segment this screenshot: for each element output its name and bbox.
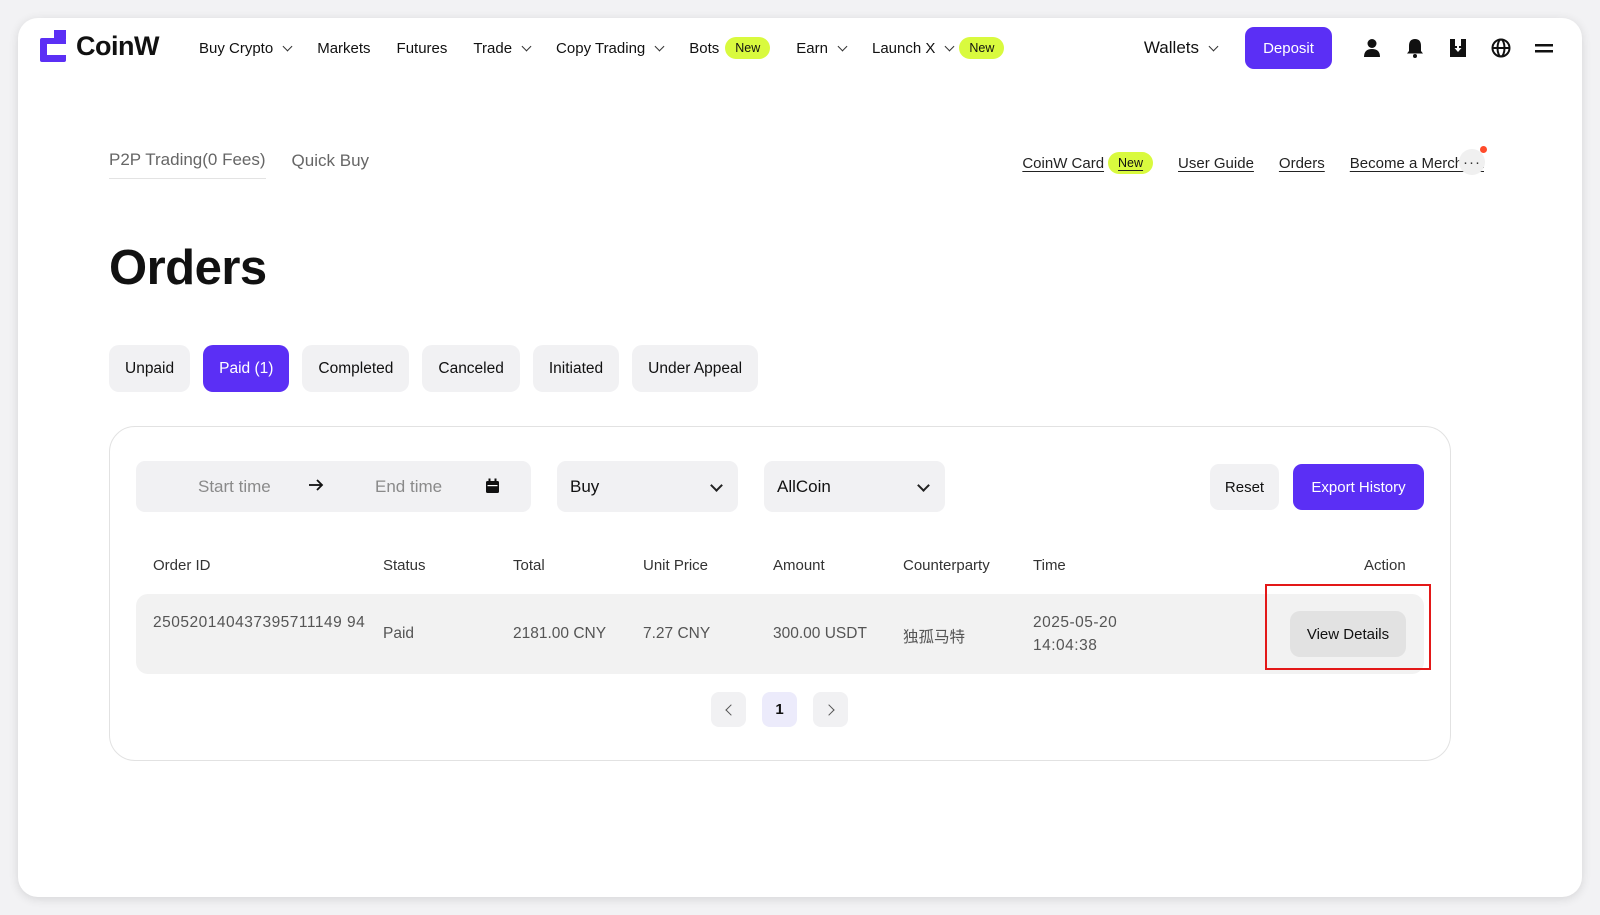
col-amount: Amount — [773, 557, 825, 574]
main-nav: Buy Crypto Markets Futures Trade Copy Tr… — [199, 18, 1030, 78]
tab-unpaid[interactable]: Unpaid — [109, 345, 191, 392]
orders-panel: Start time End time Buy AllCoin Reset Ex… — [109, 426, 1451, 761]
chevron-down-icon — [837, 41, 848, 51]
chevron-down-icon — [944, 41, 955, 51]
wallets-label: Wallets — [1143, 38, 1199, 57]
p2p-subtabs: P2P Trading(0 Fees) Quick Buy — [109, 150, 395, 179]
chevron-down-icon — [521, 41, 532, 51]
order-total: 2181.00 CNY — [513, 625, 607, 642]
nav-label: Copy Trading — [556, 39, 646, 57]
nav-label: Trade — [473, 39, 513, 57]
wallets-menu[interactable]: Wallets — [1143, 38, 1219, 58]
page-title: Orders — [109, 241, 267, 295]
menu-icon[interactable] — [1534, 38, 1554, 58]
start-time-input[interactable]: Start time — [198, 477, 271, 497]
coinw-logo-icon — [40, 30, 68, 62]
link-label: CoinW Card — [1022, 154, 1105, 172]
chevron-down-icon — [917, 479, 930, 492]
table-row: 250520140437395711149 94 Paid 2181.00 CN… — [136, 594, 1424, 674]
download-icon[interactable] — [1448, 38, 1468, 58]
chevron-left-icon — [724, 703, 737, 716]
tab-initiated[interactable]: Initiated — [532, 345, 620, 392]
tab-quick-buy[interactable]: Quick Buy — [292, 151, 369, 179]
nav-label: Buy Crypto — [199, 39, 274, 57]
calendar-icon[interactable] — [485, 478, 500, 499]
chevron-down-icon — [1208, 41, 1219, 51]
link-coinw-card[interactable]: CoinW Card New — [1022, 152, 1154, 174]
order-status: Paid — [383, 625, 415, 642]
reset-button[interactable]: Reset — [1210, 464, 1279, 510]
chevron-down-icon — [710, 479, 723, 492]
coinw-logo[interactable]: CoinW — [40, 30, 159, 62]
nav-label: Futures — [396, 39, 448, 57]
pagination: 1 — [711, 692, 864, 727]
more-options-button[interactable]: ··· — [1459, 146, 1487, 175]
nav-trade[interactable]: Trade — [473, 39, 532, 57]
order-clock: 14:04:38 — [1033, 637, 1098, 654]
prev-page-button[interactable] — [711, 692, 746, 727]
new-badge: New — [959, 37, 1005, 59]
header-actions: Wallets Deposit — [1144, 18, 1554, 78]
tab-paid[interactable]: Paid (1) — [203, 345, 290, 392]
page-number[interactable]: 1 — [762, 692, 797, 727]
nav-launch-x[interactable]: Launch X New — [871, 37, 1005, 59]
chevron-down-icon — [654, 41, 665, 51]
nav-earn[interactable]: Earn — [796, 39, 848, 57]
nav-copy-trading[interactable]: Copy Trading — [556, 39, 665, 57]
more-icon: ··· — [1463, 153, 1481, 171]
nav-label: Markets — [317, 39, 371, 57]
select-value: AllCoin — [777, 476, 831, 496]
nav-futures[interactable]: Futures — [397, 40, 448, 57]
nav-buy-crypto[interactable]: Buy Crypto — [199, 39, 293, 57]
col-total: Total — [513, 557, 545, 574]
trade-type-select[interactable]: Buy — [557, 461, 738, 512]
chevron-right-icon — [822, 703, 835, 716]
p2p-links: CoinW Card New User Guide Orders Become … — [1022, 150, 1484, 176]
coin-select[interactable]: AllCoin — [764, 461, 945, 512]
nav-label: Launch X — [871, 39, 936, 57]
order-time: 2025-05-20 14:04:38 — [1033, 611, 1117, 657]
bell-icon[interactable] — [1405, 38, 1425, 58]
order-date: 2025-05-20 — [1033, 614, 1118, 631]
export-history-button[interactable]: Export History — [1293, 464, 1424, 510]
deposit-button[interactable]: Deposit — [1245, 27, 1332, 69]
date-range-picker[interactable]: Start time End time — [136, 461, 531, 512]
notification-dot — [1480, 146, 1487, 153]
arrow-right-icon — [308, 477, 324, 498]
link-orders[interactable]: Orders — [1279, 155, 1325, 172]
user-icon[interactable] — [1362, 38, 1382, 58]
globe-icon[interactable] — [1491, 38, 1511, 58]
col-action: Action — [1364, 557, 1406, 574]
order-counterparty: 独孤马特 — [903, 629, 966, 646]
nav-label: Bots — [689, 39, 720, 57]
link-user-guide[interactable]: User Guide — [1178, 155, 1254, 172]
view-details-button[interactable]: View Details — [1290, 611, 1406, 657]
tab-under-appeal[interactable]: Under Appeal — [632, 345, 759, 392]
select-value: Buy — [570, 476, 600, 496]
col-status: Status — [383, 557, 426, 574]
next-page-button[interactable] — [813, 692, 848, 727]
tab-canceled[interactable]: Canceled — [422, 345, 520, 392]
order-unit-price: 7.27 CNY — [643, 625, 711, 642]
nav-bots[interactable]: Bots New — [689, 37, 771, 59]
tab-p2p-trading[interactable]: P2P Trading(0 Fees) — [109, 150, 266, 179]
order-id: 250520140437395711149 94 — [153, 614, 366, 631]
col-time: Time — [1033, 557, 1066, 574]
new-badge: New — [1108, 152, 1154, 174]
logo-text: CoinW — [76, 30, 159, 61]
chevron-down-icon — [282, 41, 293, 51]
tab-completed[interactable]: Completed — [302, 345, 410, 392]
table-header: Order ID Status Total Unit Price Amount … — [110, 557, 1450, 577]
top-navigation: CoinW Buy Crypto Markets Futures Trade C… — [18, 18, 1582, 78]
col-order-id: Order ID — [153, 557, 211, 574]
col-unit-price: Unit Price — [643, 557, 709, 574]
order-status-tabs: Unpaid Paid (1) Completed Canceled Initi… — [109, 345, 771, 392]
order-amount: 300.00 USDT — [773, 625, 867, 642]
new-badge: New — [725, 37, 771, 59]
col-counterparty: Counterparty — [903, 557, 990, 574]
nav-markets[interactable]: Markets — [317, 40, 370, 57]
nav-label: Earn — [796, 39, 828, 57]
app-window: CoinW Buy Crypto Markets Futures Trade C… — [18, 18, 1582, 897]
end-time-input[interactable]: End time — [375, 477, 442, 497]
